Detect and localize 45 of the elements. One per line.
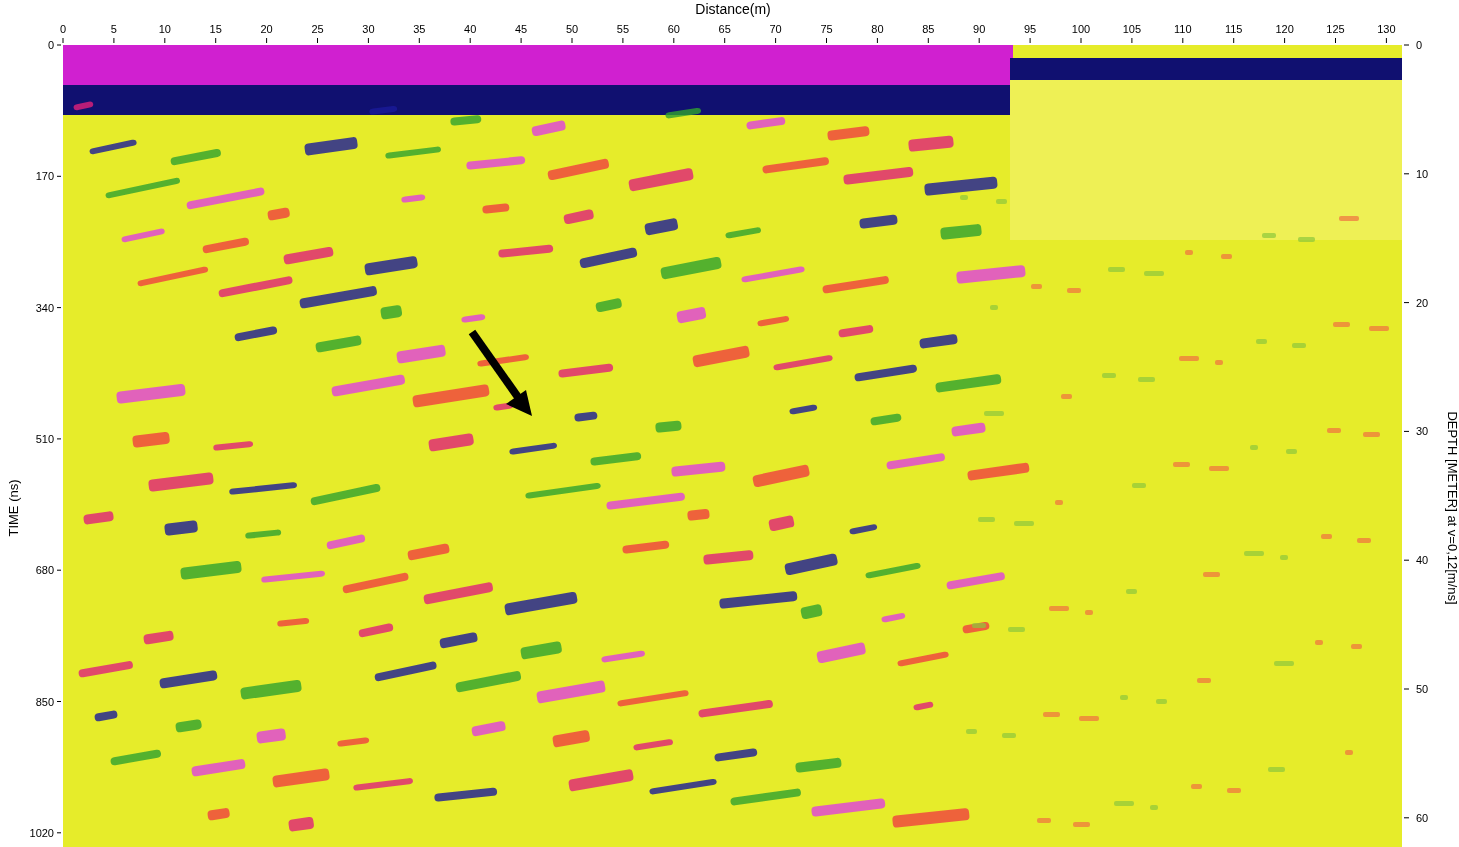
x-tick-label: 75: [820, 23, 833, 35]
x-tick-label: 80: [871, 23, 884, 35]
x-tick-label: 20: [260, 23, 273, 35]
x-tick-label: 115: [1224, 23, 1243, 35]
time-tick-label: 170: [35, 170, 54, 183]
x-tick-label: 5: [110, 23, 117, 35]
time-axis-title: TIME (ns): [6, 479, 21, 537]
x-axis-title: Distance(m): [695, 1, 771, 17]
x-tick-label: 130: [1377, 23, 1396, 35]
x-tick-label: 10: [158, 23, 171, 35]
depth-tick-label: 20: [1416, 296, 1429, 309]
x-tick-label: 100: [1071, 23, 1091, 35]
depth-axis-title: DEPTH [METER] at v=0,12[m/ns]: [1445, 411, 1459, 605]
x-tick-label: 120: [1275, 23, 1294, 35]
x-tick-label: 90: [973, 23, 986, 35]
time-tick-label: 0: [47, 39, 54, 51]
x-tick-label: 125: [1326, 23, 1345, 35]
x-tick-label: 55: [616, 23, 630, 35]
depth-tick-label: 40: [1416, 554, 1429, 567]
x-tick-label: 105: [1122, 23, 1142, 35]
x-tick-label: 70: [769, 23, 782, 35]
x-tick-label: 35: [413, 23, 426, 35]
x-tick-label: 60: [667, 23, 680, 35]
depth-tick-label: 10: [1416, 167, 1429, 180]
x-tick-label: 45: [514, 23, 528, 35]
depth-tick-label: 0: [1416, 39, 1423, 51]
x-tick-label: 25: [311, 23, 324, 35]
x-tick-label: 65: [718, 23, 731, 35]
time-tick-label: 510: [35, 432, 54, 445]
x-tick-label: 95: [1023, 23, 1037, 35]
x-tick-label: 110: [1174, 23, 1192, 35]
depth-tick-label: 30: [1416, 425, 1429, 438]
x-tick-label: 30: [362, 23, 375, 35]
x-tick-label: 40: [464, 23, 477, 35]
x-tick-label: 15: [209, 23, 222, 35]
depth-tick-label: 50: [1416, 683, 1429, 695]
depth-tick-label: 60: [1416, 811, 1429, 824]
time-tick-label: 1020: [29, 826, 54, 839]
x-tick-label: 85: [922, 23, 935, 35]
time-tick-label: 340: [35, 301, 54, 314]
x-tick-label: 50: [565, 23, 579, 35]
time-tick-label: 850: [35, 695, 54, 708]
x-tick-label: 0: [59, 23, 67, 35]
time-tick-label: 680: [35, 564, 54, 577]
annotation-arrow-icon: [468, 329, 532, 416]
